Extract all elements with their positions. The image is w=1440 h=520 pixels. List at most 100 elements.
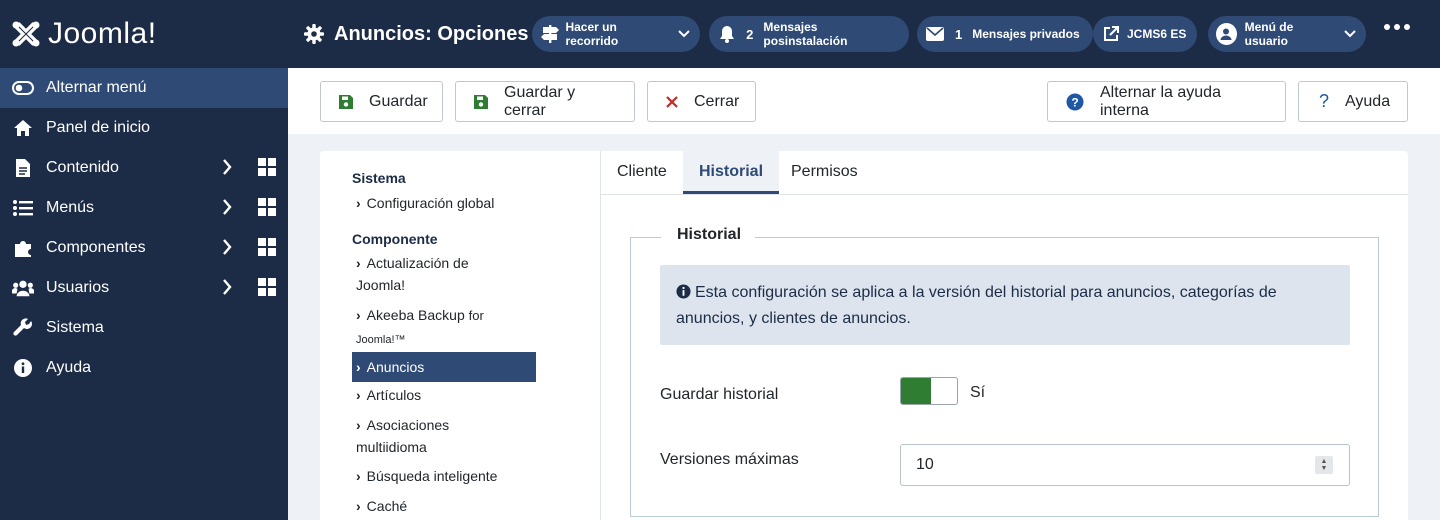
dashboard-grid-icon[interactable]: [258, 278, 276, 301]
nav-item-label: Actualización de: [366, 255, 469, 271]
chevron-right-icon[interactable]: [222, 238, 232, 261]
question-icon: ?: [1319, 91, 1330, 111]
chevron-right-icon[interactable]: [222, 278, 232, 301]
chevron-right-icon: ›: [356, 417, 361, 433]
tab-history[interactable]: Historial: [683, 151, 780, 194]
tab-permissions[interactable]: Permisos: [775, 151, 874, 194]
nav-item-label: for: [468, 308, 484, 323]
save-button-label: Guardar: [369, 92, 428, 110]
info-circle-icon: [676, 283, 691, 307]
brand-name: Joomla!: [48, 17, 157, 50]
history-fieldset: Historial Esta configuración se aplica a…: [630, 226, 1379, 517]
nav-heading-component: Componente: [352, 231, 438, 247]
save-icon: [474, 94, 488, 109]
sidebar-item-components[interactable]: Componentes: [0, 228, 288, 268]
toggle-icon: [12, 77, 34, 99]
sidebar: Joomla! Alternar menú Panel de inicio Co…: [0, 0, 288, 520]
header: Anuncios: Opciones Hacer un recorrido 2 …: [288, 0, 1440, 68]
nav-item-label: Joomla!: [356, 277, 406, 293]
users-icon: [12, 277, 34, 299]
save-history-switch[interactable]: [900, 377, 958, 405]
nav-item-label: Artículos: [366, 387, 422, 403]
view-site-label: JCMS6 ES: [1127, 27, 1187, 41]
puzzle-icon: [12, 237, 34, 259]
number-spinner-icon[interactable]: ▲ ▼: [1315, 456, 1333, 474]
guided-tour-button[interactable]: Hacer un recorrido: [532, 16, 700, 52]
sidebar-item-help[interactable]: Ayuda: [0, 348, 288, 388]
joomla-logo-icon: [10, 18, 42, 50]
nav-item-articles[interactable]: › Artículos: [356, 384, 536, 406]
private-messages-count: 1: [955, 26, 963, 42]
sidebar-item-label: Componentes: [46, 239, 146, 256]
file-icon: [12, 157, 34, 179]
dashboard-grid-icon[interactable]: [258, 158, 276, 181]
nav-item-cache[interactable]: › Caché: [356, 495, 536, 517]
nav-item-label: Joomla!™: [356, 334, 406, 346]
sidebar-item-content[interactable]: Contenido: [0, 148, 288, 188]
tab-client[interactable]: Cliente: [601, 151, 683, 194]
close-button-label: Cerrar: [694, 92, 740, 110]
max-versions-label: Versiones máximas: [660, 451, 799, 468]
nav-item-multilingual-associations[interactable]: › Asociaciones multiidioma: [356, 414, 536, 458]
help-button[interactable]: ? Ayuda: [1298, 81, 1408, 122]
save-and-close-label: Guardar y cerrar: [504, 83, 576, 119]
joomla-logo[interactable]: Joomla!: [0, 0, 288, 68]
save-and-close-button[interactable]: Guardar y cerrar: [455, 81, 635, 122]
chevron-right-icon[interactable]: [222, 158, 232, 181]
post-installation-label: Mensajes posinstalación: [763, 20, 848, 48]
dashboard-grid-icon[interactable]: [258, 198, 276, 221]
post-installation-messages-button[interactable]: 2 Mensajes posinstalación: [709, 16, 909, 52]
guided-tour-label: Hacer un recorrido: [565, 20, 619, 48]
toggle-inline-help-button[interactable]: ? Alternar la ayuda interna: [1047, 81, 1286, 122]
nav-item-banners[interactable]: › Anuncios: [352, 352, 536, 382]
sidebar-item-system[interactable]: Sistema: [0, 308, 288, 348]
component-nav: Sistema › Configuración global Componente…: [320, 151, 601, 520]
help-button-label: Ayuda: [1345, 92, 1391, 110]
save-button[interactable]: Guardar: [320, 81, 443, 122]
sidebar-item-users[interactable]: Usuarios: [0, 268, 288, 308]
nav-item-smart-search[interactable]: › Búsqueda inteligente: [356, 465, 536, 487]
sidebar-item-label: Contenido: [46, 159, 119, 176]
chevron-right-icon: ›: [356, 359, 361, 375]
max-versions-input[interactable]: 10 ▲ ▼: [900, 444, 1350, 486]
nav-item-label: Configuración global: [366, 195, 495, 211]
sidebar-item-label: Usuarios: [46, 279, 110, 296]
chevron-down-icon: [1344, 30, 1356, 38]
switch-knob: [901, 378, 931, 404]
sidebar-item-label: Sistema: [46, 319, 104, 336]
nav-item-label: multiidioma: [356, 439, 427, 455]
toggle-menu[interactable]: Alternar menú: [0, 68, 288, 108]
toolbar: Guardar Guardar y cerrar Cerrar ? Altern…: [288, 68, 1440, 134]
sidebar-item-dashboard[interactable]: Panel de inicio: [0, 108, 288, 148]
external-link-icon: [1101, 25, 1121, 43]
list-icon: [12, 197, 34, 219]
chevron-right-icon: ›: [356, 468, 361, 484]
max-versions-value: 10: [916, 456, 934, 473]
nav-item-joomla-update[interactable]: › Actualización de Joomla!: [356, 252, 536, 296]
nav-heading-system: Sistema: [352, 170, 406, 186]
home-icon: [12, 117, 34, 139]
nav-item-global-configuration[interactable]: › Configuración global: [356, 192, 536, 214]
signpost-icon: [540, 25, 559, 43]
chevron-right-icon: ›: [356, 195, 361, 211]
nav-item-akeeba-backup[interactable]: › Akeeba Backup for Joomla!™: [356, 304, 536, 351]
close-button[interactable]: Cerrar: [647, 81, 756, 122]
user-menu-button[interactable]: Menú de usuario: [1208, 16, 1366, 52]
toggle-inline-help-label: Alternar la ayuda interna: [1100, 83, 1221, 119]
private-messages-button[interactable]: 1 Mensajes privados: [917, 16, 1093, 52]
private-messages-label: Mensajes privados: [972, 27, 1080, 41]
chevron-down-icon: [678, 30, 690, 38]
nav-item-label: Akeeba Backup: [366, 307, 465, 323]
chevron-right-icon: ›: [356, 498, 361, 514]
save-history-value: Sí: [970, 384, 986, 401]
chevron-right-icon: ›: [356, 387, 361, 403]
view-site-button[interactable]: JCMS6 ES: [1093, 16, 1197, 52]
options-card: Sistema › Configuración global Componente…: [320, 151, 1408, 520]
chevron-right-icon[interactable]: [222, 198, 232, 221]
post-installation-count: 2: [746, 26, 754, 42]
sidebar-item-menus[interactable]: Menús: [0, 188, 288, 228]
options-tabs: Cliente Historial Permisos: [601, 151, 1408, 195]
dashboard-grid-icon[interactable]: [258, 238, 276, 261]
toggle-menu-label: Alternar menú: [46, 79, 147, 96]
more-options-icon[interactable]: [1384, 24, 1410, 30]
